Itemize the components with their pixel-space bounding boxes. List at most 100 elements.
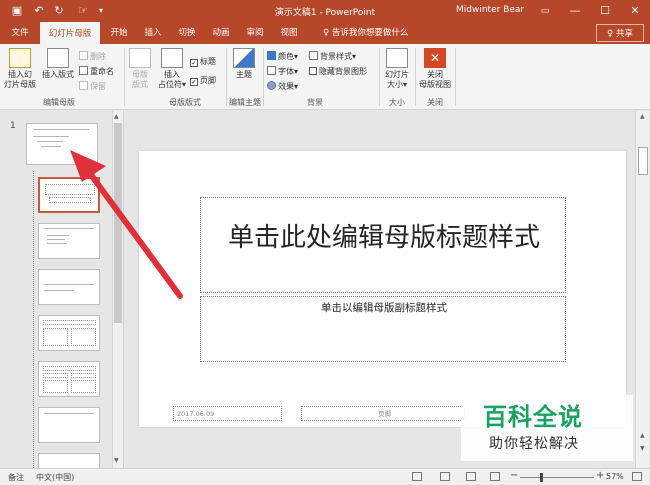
thumbnail-layout-2[interactable]	[38, 223, 100, 259]
themes-button[interactable]: 主题	[229, 48, 259, 80]
tab-insert[interactable]: 插入	[138, 22, 168, 44]
thumb-box	[43, 328, 68, 346]
canvas-scrollbar[interactable]: ▲ ▲ ▼	[635, 111, 650, 468]
insert-slide-master-button[interactable]: 插入幻 灯片母版	[2, 48, 38, 90]
ribbon-display-icon[interactable]: ▭	[532, 0, 558, 22]
zoom-slider-thumb[interactable]	[540, 473, 544, 482]
fonts-icon	[267, 66, 276, 75]
thumbnail-layout-4[interactable]	[38, 315, 100, 351]
preserve-button[interactable]: 保留	[79, 81, 106, 92]
background-styles-button[interactable]: 背景样式▾	[309, 51, 356, 62]
title-text: 单击此处编辑母版标题样式	[227, 223, 540, 253]
tab-view[interactable]: 视图	[274, 22, 304, 44]
normal-view-icon[interactable]	[412, 472, 422, 481]
tab-review[interactable]: 审阅	[240, 22, 270, 44]
restore-button[interactable]: ☐	[592, 0, 618, 22]
insert-layout-button[interactable]: 插入版式	[40, 48, 76, 80]
zoom-out-icon[interactable]: −	[510, 470, 518, 481]
watermark-tagline: 助你轻松解决	[489, 436, 579, 452]
master-layout-icon	[129, 48, 151, 68]
scroll-thumb[interactable]	[638, 147, 648, 175]
thumb-box	[71, 328, 96, 346]
next-slide-icon[interactable]: ▼	[640, 445, 645, 452]
themes-icon	[233, 48, 255, 68]
thumbnail-scrollbar[interactable]: ▲ ▼	[112, 111, 123, 468]
slide-sorter-icon[interactable]	[440, 472, 450, 481]
thumbnail-title-layout[interactable]	[38, 177, 100, 213]
title-placeholder[interactable]: 单击此处编辑母版标题样式	[200, 197, 566, 293]
notes-button[interactable]: 备注	[8, 472, 24, 483]
scroll-down-icon[interactable]: ▼	[114, 457, 119, 464]
prev-slide-icon[interactable]: ▲	[640, 432, 645, 439]
thumb-line	[41, 146, 61, 147]
thumb-line	[37, 141, 63, 142]
share-button[interactable]: ♀ 共享	[596, 24, 644, 42]
background-styles-icon	[309, 51, 318, 60]
preserve-label: 保留	[90, 82, 106, 91]
thumbnail-master[interactable]	[26, 123, 98, 165]
effects-icon	[267, 81, 276, 90]
group-close: 关闭	[427, 98, 443, 107]
thumb-line	[47, 235, 69, 236]
zoom-level[interactable]: 57%	[606, 472, 624, 481]
fonts-button[interactable]: 字体▾	[267, 66, 298, 77]
thumb-line	[44, 413, 94, 414]
scroll-thumb[interactable]	[114, 123, 122, 323]
insert-placeholder-button[interactable]: 插入 占位符▾	[156, 48, 188, 90]
tab-animations[interactable]: 动画	[206, 22, 236, 44]
minimize-button[interactable]: —	[562, 0, 588, 22]
zoom-in-icon[interactable]: +	[596, 470, 604, 481]
status-bar: 备注 中文(中国) − + 57%	[0, 468, 650, 485]
hide-background-label: 隐藏背景图形	[319, 67, 367, 76]
insert-slide-master-label: 插入幻 灯片母版	[4, 70, 36, 89]
master-layout-button[interactable]: 母版 版式	[127, 48, 153, 90]
group-size: 大小	[389, 98, 405, 107]
effects-button[interactable]: 效果▾	[267, 81, 298, 92]
footer-checkbox[interactable]: ✓ 页脚	[190, 75, 216, 86]
ribbon-separator	[415, 48, 416, 106]
language-indicator[interactable]: 中文(中国)	[36, 472, 74, 483]
slide-canvas[interactable]: 单击此处编辑母版标题样式 单击以编辑母版副标题样式 2017.06.09 页脚	[139, 151, 626, 427]
delete-button[interactable]: 删除	[79, 51, 106, 62]
scroll-up-icon[interactable]: ▲	[640, 113, 645, 120]
insert-placeholder-label: 插入 占位符▾	[157, 70, 186, 89]
slide-number: 1	[10, 121, 16, 131]
thumbnail-layout-5[interactable]	[38, 361, 100, 397]
thumb-line	[47, 239, 65, 240]
thumb-line	[33, 136, 69, 137]
tab-file[interactable]: 文件	[4, 22, 36, 44]
tab-transitions[interactable]: 切换	[172, 22, 202, 44]
slide-size-button[interactable]: 幻灯片 大小▾	[382, 48, 412, 90]
date-placeholder[interactable]: 2017.06.09	[173, 406, 282, 421]
thumbnail-layout-3[interactable]	[38, 269, 100, 305]
subtitle-placeholder[interactable]: 单击以编辑母版副标题样式	[200, 296, 566, 362]
title-checkbox[interactable]: ✓ 标题	[190, 56, 216, 67]
hide-background-checkbox[interactable]: 隐藏背景图形	[309, 66, 367, 77]
thumb-box	[43, 380, 68, 393]
thumb-line	[33, 129, 89, 130]
thumbnail-layout-6[interactable]	[38, 407, 100, 443]
footer-placeholder[interactable]: 页脚	[301, 406, 465, 421]
zoom-slider[interactable]	[520, 477, 594, 478]
rename-button[interactable]: 重命名	[79, 66, 114, 77]
colors-button[interactable]: 颜色▾	[267, 51, 298, 62]
fit-to-window-icon[interactable]	[632, 472, 642, 481]
reading-view-icon[interactable]	[466, 472, 476, 481]
slide-thumbnail-pane[interactable]: 1 ▲ ▼	[0, 111, 124, 473]
tell-me-search[interactable]: ♀ 告诉我你想要做什么	[323, 22, 408, 44]
slide-size-label: 幻灯片 大小▾	[385, 70, 409, 89]
thumb-box	[43, 366, 96, 371]
group-background: 背景	[307, 98, 323, 107]
subtitle-text: 单击以编辑母版副标题样式	[321, 302, 447, 314]
rename-label: 重命名	[90, 67, 114, 76]
colors-label: 颜色▾	[278, 52, 299, 61]
tab-home[interactable]: 开始	[104, 22, 134, 44]
tab-slide-master[interactable]: 幻灯片母版	[40, 22, 100, 44]
scroll-up-icon[interactable]: ▲	[114, 113, 119, 120]
slideshow-icon[interactable]	[490, 472, 500, 481]
close-button[interactable]: ✕	[622, 0, 648, 22]
title-check-label: 标题	[200, 57, 216, 66]
themes-label: 主题	[236, 70, 252, 79]
user-name[interactable]: Midwinter Bear	[456, 5, 524, 15]
close-master-view-button[interactable]: ✕ 关闭 母版视图	[417, 48, 453, 90]
